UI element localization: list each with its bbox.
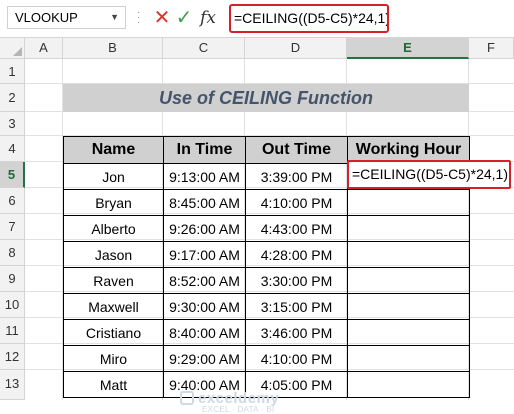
enter-check-icon[interactable]: ✓ (173, 6, 195, 30)
name-box-value: VLOOKUP (15, 10, 78, 25)
row-header-7[interactable]: 7 (0, 214, 25, 240)
column-header-d[interactable]: D (245, 38, 347, 59)
more-options-icon[interactable]: · · · (137, 8, 140, 28)
cell-in-time[interactable]: 8:40:00 AM (163, 319, 246, 346)
cell-working-hour[interactable] (347, 241, 470, 268)
exceldemy-watermark: exceldemy EXCEL · DATA · BI (180, 390, 279, 414)
cell-in-time[interactable]: 8:52:00 AM (163, 267, 246, 294)
row-header-13[interactable]: 13 (0, 370, 25, 400)
cell-name[interactable]: Alberto (63, 215, 164, 242)
row-header-3[interactable]: 3 (0, 112, 25, 136)
select-all-icon (13, 47, 22, 56)
column-header-c[interactable]: C (163, 38, 245, 59)
table-row: Cristiano 8:40:00 AM 3:46:00 PM (63, 319, 470, 346)
cancel-icon[interactable]: ✕ (151, 6, 173, 30)
select-all-corner[interactable] (0, 38, 25, 59)
row-header-5[interactable]: 5 (0, 162, 25, 188)
exceldemy-logo-icon (180, 391, 194, 405)
cell-in-time[interactable]: 9:13:00 AM (163, 163, 246, 190)
row-header-9[interactable]: 9 (0, 266, 25, 292)
column-header-f[interactable]: F (469, 38, 514, 59)
row-header-4[interactable]: 4 (0, 136, 25, 162)
cell-name[interactable]: Bryan (63, 189, 164, 216)
cell-in-time[interactable]: 9:29:00 AM (163, 345, 246, 372)
header-in-time[interactable]: In Time (163, 136, 246, 164)
table-row: Maxwell 9:30:00 AM 3:15:00 PM (63, 293, 470, 320)
cell-name[interactable]: Jon (63, 163, 164, 190)
active-cell-editor[interactable]: =CEILING((D5-C5)*24,1) (347, 160, 511, 189)
header-out-time[interactable]: Out Time (245, 136, 348, 164)
cell-out-time[interactable]: 3:46:00 PM (245, 319, 348, 346)
cell-in-time[interactable]: 9:26:00 AM (163, 215, 246, 242)
cell-working-hour[interactable] (347, 267, 470, 294)
row-header-11[interactable]: 11 (0, 318, 25, 344)
cell-out-time[interactable]: 4:10:00 PM (245, 189, 348, 216)
row-header-1[interactable]: 1 (0, 59, 25, 84)
sheet-title[interactable]: Use of CEILING Function (63, 84, 469, 112)
cell-name[interactable]: Matt (63, 371, 164, 398)
cell-out-time[interactable]: 3:15:00 PM (245, 293, 348, 320)
chevron-down-icon[interactable]: ▼ (110, 7, 119, 28)
cell-name[interactable]: Maxwell (63, 293, 164, 320)
cell-working-hour[interactable] (347, 371, 470, 398)
table-row: Miro 9:29:00 AM 4:10:00 PM (63, 345, 470, 372)
cell-working-hour[interactable] (347, 319, 470, 346)
cell-in-time[interactable]: 9:30:00 AM (163, 293, 246, 320)
cell-in-time[interactable]: 9:17:00 AM (163, 241, 246, 268)
row-header-10[interactable]: 10 (0, 292, 25, 318)
table-row: Raven 8:52:00 AM 3:30:00 PM (63, 267, 470, 294)
column-header-e[interactable]: E (347, 38, 469, 59)
cell-name[interactable]: Raven (63, 267, 164, 294)
cell-name[interactable]: Miro (63, 345, 164, 372)
cell-working-hour[interactable] (347, 293, 470, 320)
cell-name[interactable]: Jason (63, 241, 164, 268)
cell-out-time[interactable]: 3:30:00 PM (245, 267, 348, 294)
column-header-a[interactable]: A (25, 38, 63, 59)
cell-working-hour[interactable] (347, 189, 470, 216)
header-name[interactable]: Name (63, 136, 164, 164)
formula-bar: VLOOKUP ▼ · · · ✕ ✓ fx =CEILING((D5-C5)*24… (0, 0, 514, 37)
table-row: Bryan 8:45:00 AM 4:10:00 PM (63, 189, 470, 216)
watermark-tagline: EXCEL · DATA · BI (202, 405, 275, 414)
spreadsheet-grid[interactable]: A B C D E F 1 2 3 4 5 6 7 8 9 10 11 12 1… (0, 38, 514, 414)
cell-working-hour[interactable] (347, 215, 470, 242)
cell-out-time[interactable]: 3:39:00 PM (245, 163, 348, 190)
table-row: Alberto 9:26:00 AM 4:43:00 PM (63, 215, 470, 242)
row-header-2[interactable]: 2 (0, 84, 25, 112)
cell-out-time[interactable]: 4:43:00 PM (245, 215, 348, 242)
insert-function-icon[interactable]: fx (197, 6, 219, 30)
table-row: Jason 9:17:00 AM 4:28:00 PM (63, 241, 470, 268)
cell-in-time[interactable]: 8:45:00 AM (163, 189, 246, 216)
row-header-8[interactable]: 8 (0, 240, 25, 266)
row-header-6[interactable]: 6 (0, 188, 25, 214)
cell-name[interactable]: Cristiano (63, 319, 164, 346)
name-box[interactable]: VLOOKUP ▼ (7, 6, 126, 29)
cell-out-time[interactable]: 4:28:00 PM (245, 241, 348, 268)
formula-input[interactable]: =CEILING((D5-C5)*24,1) (229, 4, 389, 33)
row-header-12[interactable]: 12 (0, 344, 25, 370)
column-header-b[interactable]: B (63, 38, 163, 59)
cell-working-hour[interactable] (347, 345, 470, 372)
cell-out-time[interactable]: 4:10:00 PM (245, 345, 348, 372)
